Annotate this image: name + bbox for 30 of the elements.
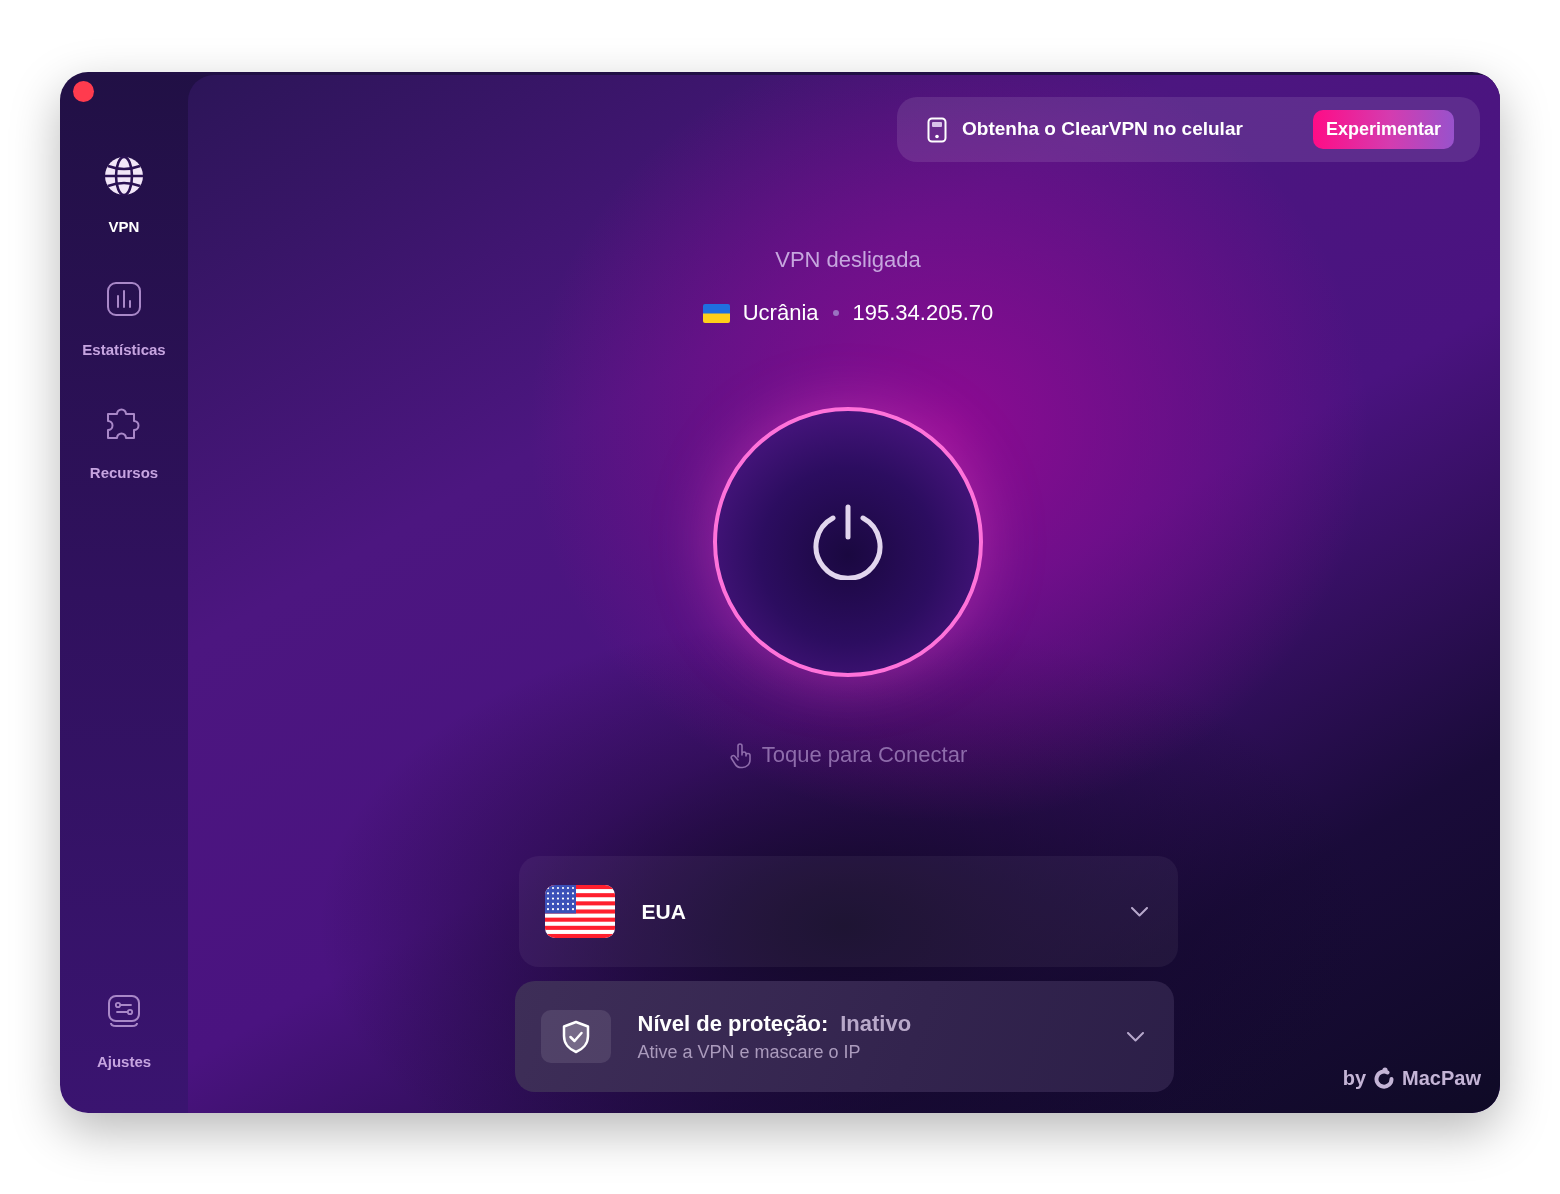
power-icon <box>811 504 885 580</box>
settings-icon <box>107 994 141 1028</box>
ip-address: 195.34.205.70 <box>852 299 994 327</box>
brand-logo-icon <box>1374 1067 1395 1089</box>
us-flag-icon <box>544 885 615 938</box>
chevron-down-icon <box>1126 1031 1144 1042</box>
promo-text: Obtenha o ClearVPN no celular <box>962 117 1243 142</box>
connect-hint: Toque para Conectar <box>761 741 968 769</box>
vpn-status-text: VPN desligada <box>775 246 921 274</box>
globe-icon <box>104 156 144 196</box>
sidebar-item[interactable]: Estatísticas <box>64 279 184 359</box>
close-window-icon[interactable] <box>73 81 94 102</box>
protection-value: Inativo <box>840 1010 912 1038</box>
protection-label: Nível de proteção: <box>637 1010 829 1038</box>
current-country: Ucrânia <box>742 299 819 327</box>
protection-description: Ative a VPN e mascare o IP <box>637 1041 862 1063</box>
try-button[interactable]: Experimentar <box>1312 110 1454 149</box>
location-selector[interactable]: EUA <box>518 856 1178 967</box>
footer-brand: MacPaw <box>1402 1066 1481 1090</box>
chevron-down-icon <box>1130 906 1148 917</box>
phone-icon <box>927 116 947 143</box>
protection-level-card[interactable]: Nível de proteção: Inativo Ative a VPN e mascare o IP <box>514 981 1174 1092</box>
sidebar-item[interactable]: Ajustes <box>64 991 184 1071</box>
bar-chart-icon <box>106 281 142 317</box>
sidebar-item[interactable]: Recursos <box>64 402 184 482</box>
footer-prefix: by <box>1342 1066 1367 1090</box>
ukraine-flag-icon <box>702 303 730 323</box>
pointing-hand-icon <box>728 741 753 769</box>
sidebar-item[interactable]: VPN <box>64 156 184 236</box>
shield-check-icon <box>540 1010 611 1063</box>
